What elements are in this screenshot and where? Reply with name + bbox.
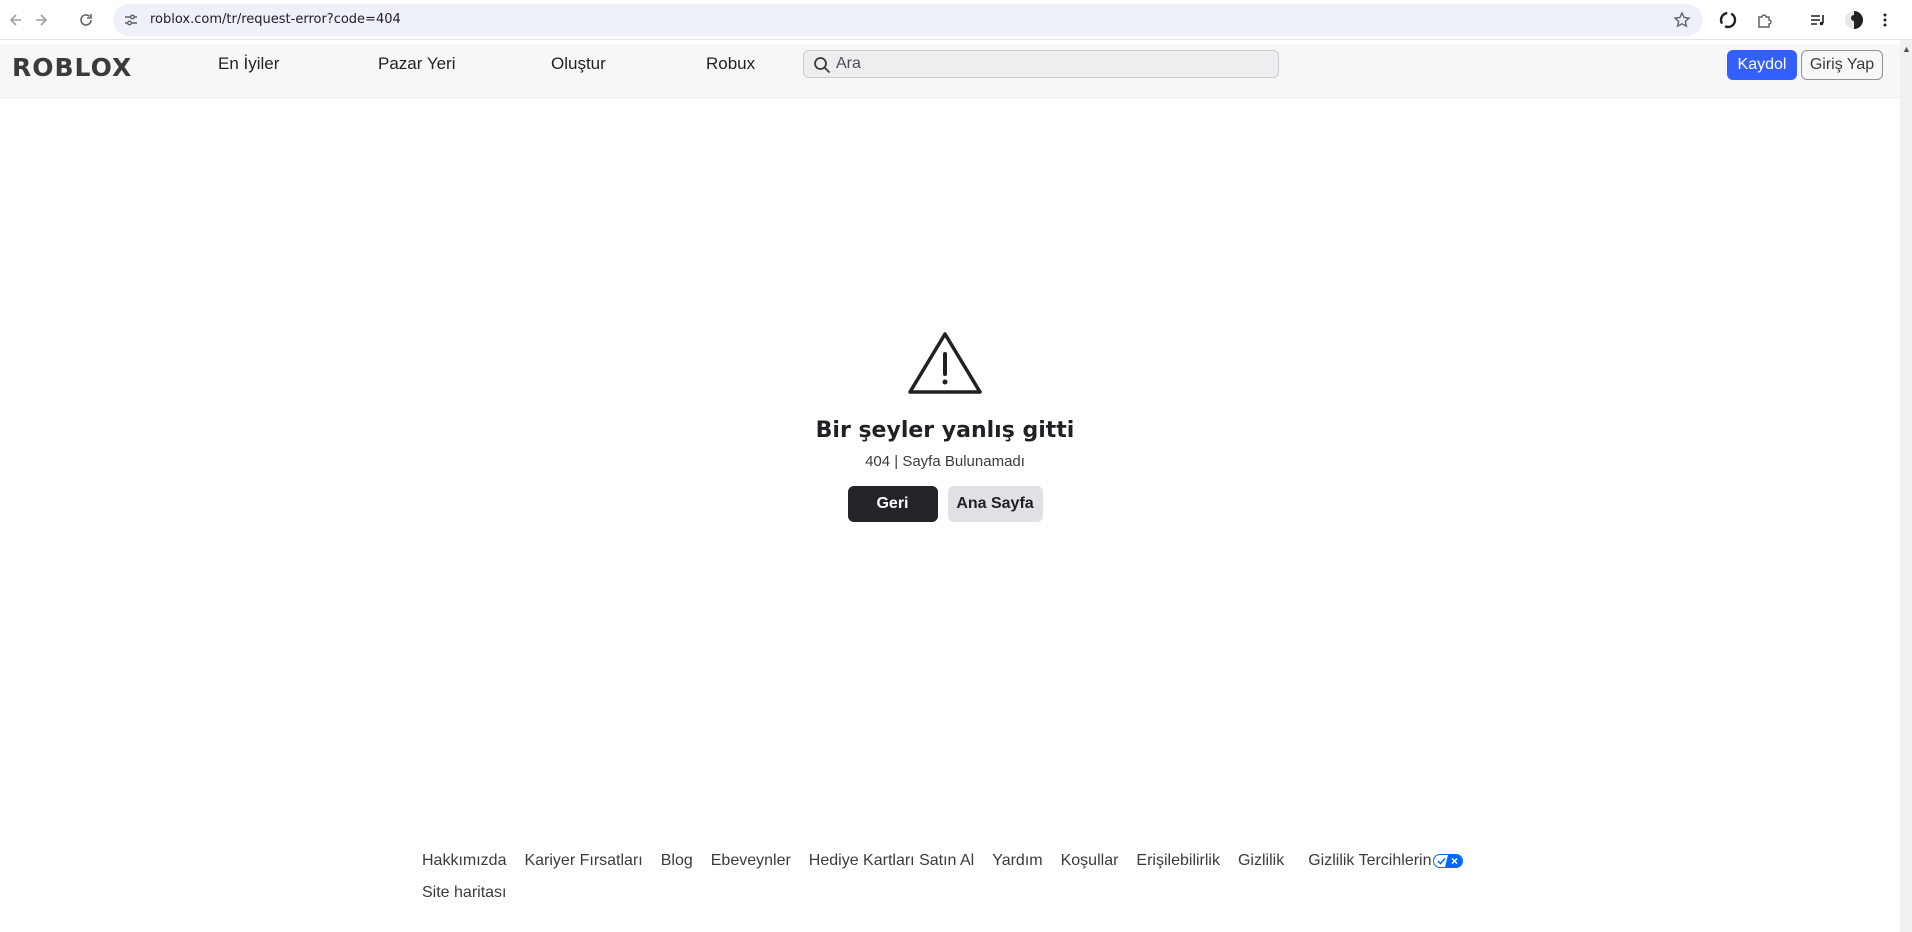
footer-link-sitemap[interactable]: Site haritası bbox=[422, 884, 506, 901]
nav-robux[interactable]: Robux bbox=[706, 54, 755, 74]
nav-en-iyiler[interactable]: En İyiler bbox=[218, 54, 279, 74]
footer-link-terms[interactable]: Koşullar bbox=[1061, 852, 1119, 870]
page-scrollbar[interactable] bbox=[1900, 40, 1912, 932]
media-controls-icon[interactable] bbox=[1807, 9, 1829, 31]
footer-link-blog[interactable]: Blog bbox=[661, 852, 693, 870]
search-icon bbox=[814, 57, 831, 74]
browser-toolbar: roblox.com/tr/request-error?code=404 bbox=[0, 0, 1912, 40]
forward-arrow-icon[interactable] bbox=[29, 8, 53, 32]
bookmark-star-icon[interactable] bbox=[1673, 11, 1691, 29]
footer-link-careers[interactable]: Kariyer Fırsatları bbox=[524, 852, 642, 870]
site-settings-icon[interactable] bbox=[123, 12, 139, 28]
profile-avatar-icon[interactable] bbox=[1843, 9, 1865, 31]
privacy-choices-label: Gizlilik Tercihlerin bbox=[1308, 852, 1432, 869]
back-arrow-icon[interactable] bbox=[4, 8, 28, 32]
footer-link-accessibility[interactable]: Erişilebilirlik bbox=[1136, 852, 1220, 870]
site-footer: Hakkımızda Kariyer Fırsatları Blog Ebeve… bbox=[416, 852, 1496, 902]
footer-link-about[interactable]: Hakkımızda bbox=[422, 852, 506, 870]
extensions-puzzle-icon[interactable] bbox=[1754, 9, 1776, 31]
login-button[interactable]: Giriş Yap bbox=[1801, 50, 1883, 80]
site-header: ROBLOX En İyiler Pazar Yeri Oluştur Robu… bbox=[0, 44, 1900, 98]
reload-icon[interactable] bbox=[74, 8, 98, 32]
search-box[interactable] bbox=[803, 50, 1279, 78]
footer-link-gift-cards[interactable]: Hediye Kartları Satın Al bbox=[809, 852, 974, 870]
error-panel: Bir şeyler yanlış gitti 404 | Sayfa Bulu… bbox=[0, 330, 1890, 522]
address-bar[interactable]: roblox.com/tr/request-error?code=404 bbox=[113, 4, 1703, 36]
nav-pazar-yeri[interactable]: Pazar Yeri bbox=[378, 54, 456, 74]
url-text[interactable]: roblox.com/tr/request-error?code=404 bbox=[150, 12, 401, 27]
privacy-choices-icon bbox=[1432, 853, 1463, 868]
sync-extension-icon[interactable] bbox=[1717, 9, 1739, 31]
warning-triangle-icon bbox=[908, 332, 982, 394]
nav-olustur[interactable]: Oluştur bbox=[551, 54, 606, 74]
home-button[interactable]: Ana Sayfa bbox=[947, 486, 1043, 522]
footer-link-privacy[interactable]: Gizlilik bbox=[1238, 852, 1284, 870]
browser-menu-icon[interactable] bbox=[1874, 9, 1896, 31]
footer-link-parents[interactable]: Ebeveynler bbox=[711, 852, 791, 870]
error-title: Bir şeyler yanlış gitti bbox=[815, 418, 1075, 443]
error-actions: Geri Ana Sayfa bbox=[0, 486, 1890, 522]
signup-button[interactable]: Kaydol bbox=[1727, 50, 1797, 80]
search-input[interactable] bbox=[836, 53, 1266, 75]
scroll-up-arrow-icon[interactable]: ▲ bbox=[1902, 44, 1911, 54]
roblox-logo[interactable]: ROBLOX bbox=[12, 53, 132, 82]
error-subtitle: 404 | Sayfa Bulunamadı bbox=[865, 453, 1025, 470]
footer-link-help[interactable]: Yardım bbox=[992, 852, 1042, 870]
footer-links: Hakkımızda Kariyer Fırsatları Blog Ebeve… bbox=[416, 852, 1496, 870]
footer-link-privacy-choices[interactable]: Gizlilik Tercihlerin bbox=[1308, 852, 1463, 870]
back-button[interactable]: Geri bbox=[847, 486, 938, 522]
